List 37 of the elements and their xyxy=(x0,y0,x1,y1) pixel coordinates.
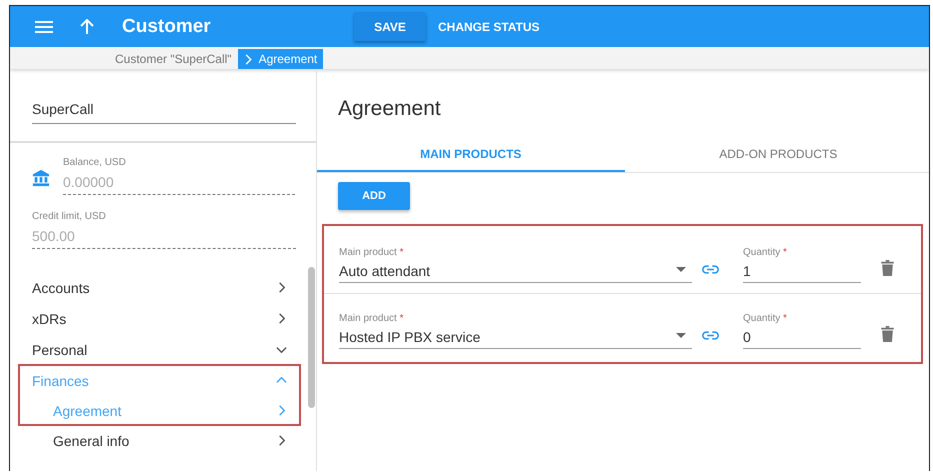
link-icon[interactable] xyxy=(702,331,719,340)
field-value: Auto attendant xyxy=(339,263,430,279)
product-select[interactable]: Main product * Auto attendant xyxy=(339,247,692,283)
field-value: 0 xyxy=(743,329,751,345)
field-value: Hosted IP PBX service xyxy=(339,329,480,345)
field-label: Balance, USD xyxy=(63,157,127,168)
nav-item[interactable]: General info xyxy=(10,425,316,456)
save-button[interactable]: SAVE xyxy=(354,12,426,41)
quantity-field[interactable]: Quantity * 1 xyxy=(743,247,861,283)
trash-icon[interactable] xyxy=(881,260,894,276)
field-label: Credit limit, USD xyxy=(32,211,107,222)
quantity-field[interactable]: Quantity * 0 xyxy=(743,313,861,349)
scrollbar[interactable] xyxy=(308,267,315,408)
field-label: Main product * xyxy=(339,247,404,258)
dropdown-arrow-icon xyxy=(676,333,686,338)
trash-icon[interactable] xyxy=(881,326,894,342)
link-icon[interactable] xyxy=(702,265,719,274)
field-label: Quantity * xyxy=(743,247,788,258)
nav-item[interactable]: Personal xyxy=(19,334,300,365)
nav-item[interactable]: Accounts xyxy=(19,272,300,303)
menu-icon[interactable] xyxy=(35,20,53,32)
dropdown-arrow-icon xyxy=(676,267,686,272)
field-value: 0.00000 xyxy=(63,174,115,190)
field-label: Quantity * xyxy=(743,313,788,324)
field-value: 1 xyxy=(743,263,751,279)
page-title: Customer xyxy=(122,16,212,38)
chevron-icon xyxy=(244,54,252,64)
bank-icon xyxy=(32,169,50,187)
field-value: 500.00 xyxy=(32,228,76,244)
nav-item[interactable]: xDRs xyxy=(19,303,300,334)
product-select[interactable]: Main product * Hosted IP PBX service xyxy=(339,313,692,349)
tab[interactable]: ADD-ON PRODUCTS xyxy=(624,144,929,172)
section-title: Agreement xyxy=(338,97,442,122)
name-field[interactable]: SuperCall xyxy=(32,101,296,124)
field-label: Main product * xyxy=(339,313,404,324)
up-arrow-icon[interactable] xyxy=(79,18,95,34)
breadcrumb-link[interactable]: Customer "SuperCall" xyxy=(109,49,238,69)
